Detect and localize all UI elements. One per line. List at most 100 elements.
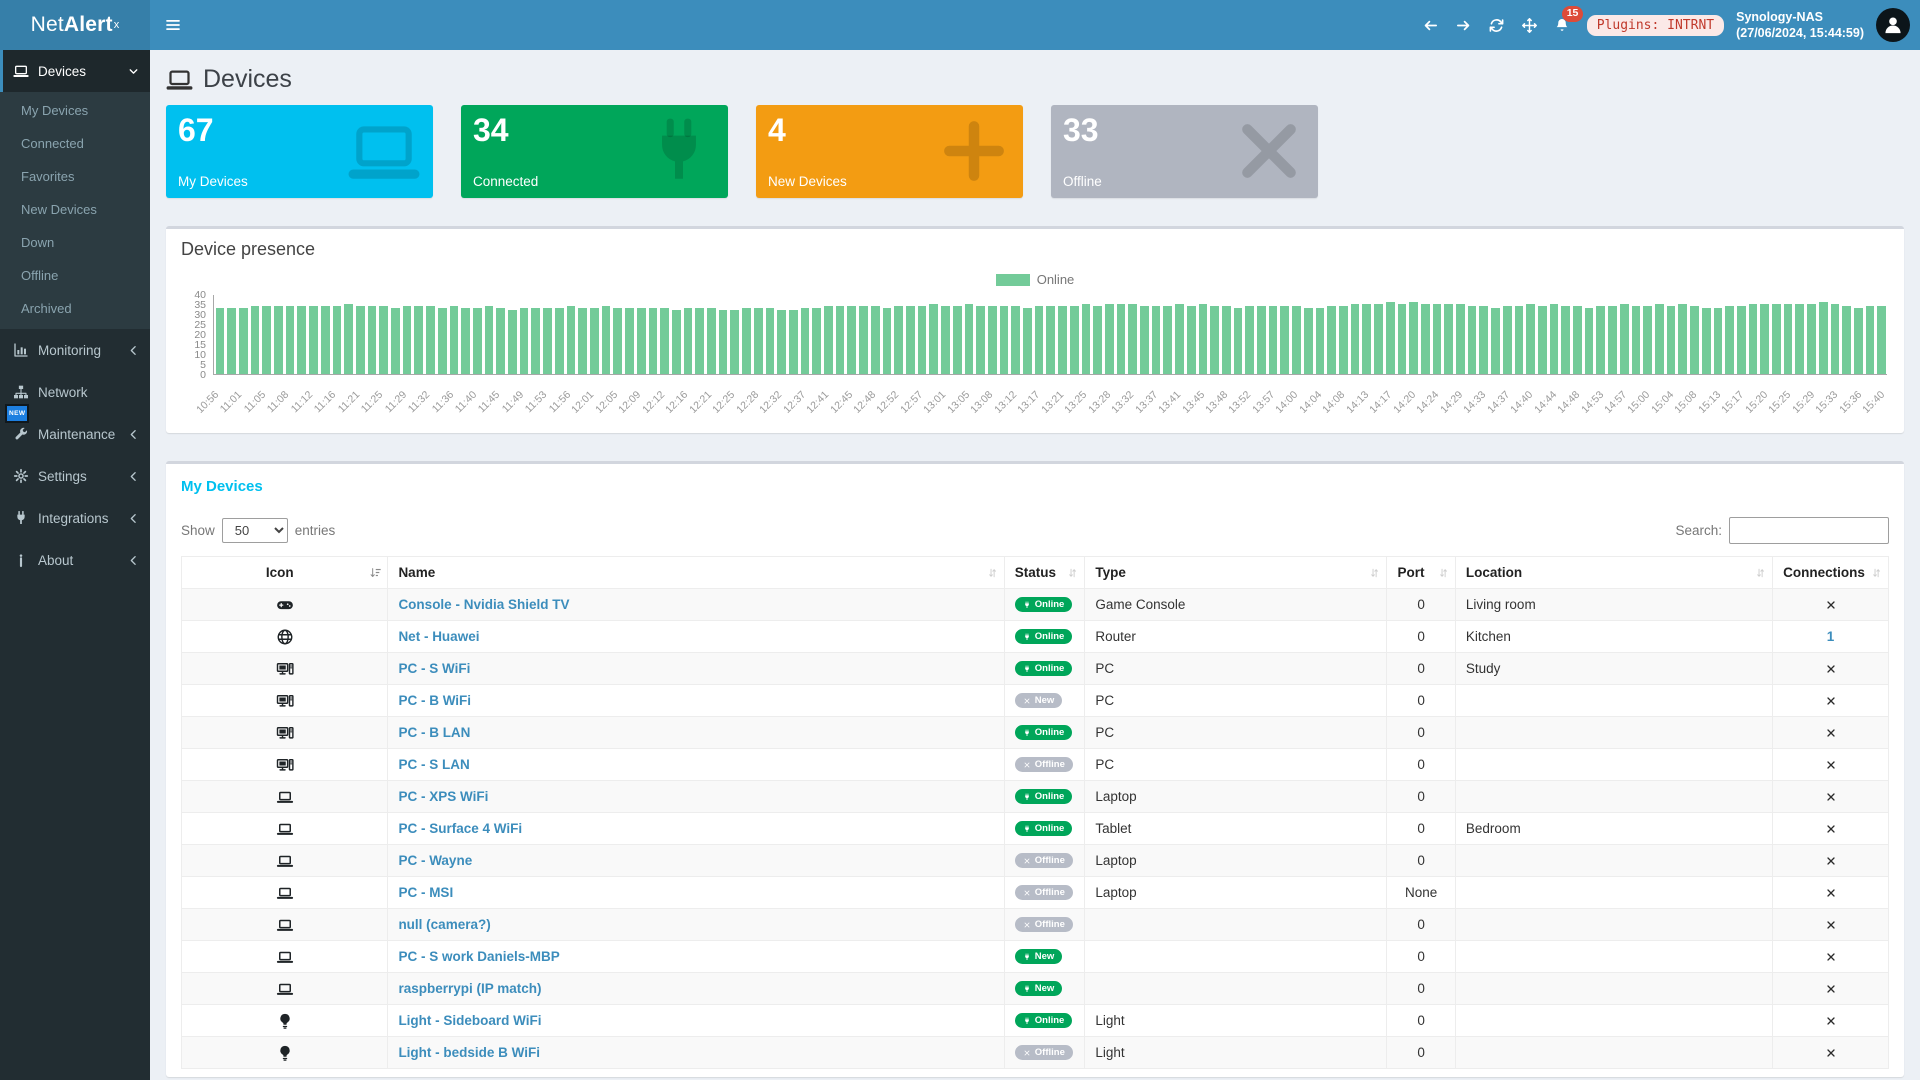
move-button[interactable] xyxy=(1513,0,1546,50)
presence-bar xyxy=(1163,306,1172,374)
presence-bar xyxy=(227,308,236,374)
hamburger-icon xyxy=(164,16,182,34)
column-header-connections[interactable]: Connections xyxy=(1773,557,1889,589)
device-link[interactable]: raspberrypi (IP match) xyxy=(398,981,541,996)
x-thin-icon xyxy=(1023,921,1031,929)
device-type-cell: PC xyxy=(1085,749,1387,781)
sidebar-item-about[interactable]: About xyxy=(0,539,150,581)
column-header-status[interactable]: Status xyxy=(1004,557,1085,589)
notifications-bell[interactable]: 15 xyxy=(1546,0,1579,50)
legend-swatch xyxy=(996,274,1030,286)
device-link[interactable]: PC - Wayne xyxy=(398,853,472,868)
device-port-cell: 0 xyxy=(1387,1005,1455,1037)
device-type-cell: Laptop xyxy=(1085,845,1387,877)
device-connections-cell xyxy=(1773,749,1889,781)
device-location-cell: Kitchen xyxy=(1455,621,1772,653)
status-badge: Online xyxy=(1015,597,1073,613)
status-badge: Online xyxy=(1015,1013,1073,1029)
sidebar-subitem-connected[interactable]: Connected xyxy=(0,127,150,160)
stat-card-new-devices[interactable]: 4New Devices xyxy=(756,105,1023,198)
sidebar: Devices My DevicesConnectedFavoritesNew … xyxy=(0,50,150,1080)
presence-bar xyxy=(1398,304,1407,374)
sidebar-subitem-offline[interactable]: Offline xyxy=(0,259,150,292)
presence-bar xyxy=(1795,304,1804,374)
device-link[interactable]: Light - bedside B WiFi xyxy=(398,1045,540,1060)
user-avatar[interactable] xyxy=(1876,8,1910,42)
page-length-select[interactable]: 50 xyxy=(222,518,288,543)
sidebar-item-devices[interactable]: Devices xyxy=(0,50,150,92)
presence-bar xyxy=(1222,306,1231,374)
device-link[interactable]: PC - MSI xyxy=(398,885,453,900)
device-status-cell: Online xyxy=(1004,781,1085,813)
refresh-button[interactable] xyxy=(1480,0,1513,50)
device-status-cell: Online xyxy=(1004,653,1085,685)
app-logo[interactable]: NetAlertx xyxy=(0,0,150,50)
laptop-icon xyxy=(166,66,193,93)
chart-legend[interactable]: Online xyxy=(181,272,1889,287)
presence-bar xyxy=(333,306,342,374)
arrow-left-button[interactable] xyxy=(1414,0,1447,50)
column-header-icon[interactable]: Icon xyxy=(182,557,388,589)
sidebar-item-settings[interactable]: Settings xyxy=(0,455,150,497)
column-header-name[interactable]: Name xyxy=(388,557,1004,589)
device-link[interactable]: Console - Nvidia Shield TV xyxy=(398,597,569,612)
device-link[interactable]: PC - S LAN xyxy=(398,757,469,772)
bulb-icon xyxy=(276,1012,294,1030)
status-badge: Offline xyxy=(1015,853,1073,869)
sidebar-toggle-button[interactable] xyxy=(150,0,196,50)
sidebar-subitem-my-devices[interactable]: My Devices xyxy=(0,94,150,127)
presence-bar xyxy=(836,306,845,374)
device-link[interactable]: PC - S work Daniels-MBP xyxy=(398,949,559,964)
device-link[interactable]: Net - Huawei xyxy=(398,629,479,644)
x-thin-icon xyxy=(1023,697,1031,705)
presence-bar xyxy=(1538,306,1547,374)
column-header-location[interactable]: Location xyxy=(1455,557,1772,589)
presence-bar xyxy=(1596,306,1605,374)
sidebar-subitem-down[interactable]: Down xyxy=(0,226,150,259)
status-badge: Online xyxy=(1015,629,1073,645)
sidebar-subitem-archived[interactable]: Archived xyxy=(0,292,150,325)
sidebar-item-integrations[interactable]: Integrations xyxy=(0,497,150,539)
sidebar-subitem-favorites[interactable]: Favorites xyxy=(0,160,150,193)
device-connections-cell xyxy=(1773,973,1889,1005)
navbar: 15 Plugins: INTRNT Synology-NAS (27/06/2… xyxy=(150,0,1920,50)
device-type-cell: Router xyxy=(1085,621,1387,653)
presence-bar xyxy=(239,308,248,374)
device-link[interactable]: PC - B WiFi xyxy=(398,693,471,708)
presence-bar xyxy=(1046,306,1055,374)
stat-card-connected[interactable]: 34Connected xyxy=(461,105,728,198)
presence-bar xyxy=(1819,302,1828,374)
laptop-row-icon xyxy=(276,820,294,838)
device-port-cell: 0 xyxy=(1387,941,1455,973)
presence-bar xyxy=(1000,306,1009,374)
connections-link[interactable]: 1 xyxy=(1827,629,1835,644)
x-thin-icon xyxy=(1023,761,1031,769)
presence-bar xyxy=(578,308,587,374)
device-connections-cell xyxy=(1773,845,1889,877)
sidebar-item-maintenance[interactable]: NEWMaintenance xyxy=(0,413,150,455)
device-link[interactable]: null (camera?) xyxy=(398,917,490,932)
globe-icon xyxy=(276,628,294,646)
device-link[interactable]: PC - S WiFi xyxy=(398,661,470,676)
presence-bar xyxy=(1339,306,1348,374)
sidebar-item-monitoring[interactable]: Monitoring xyxy=(0,329,150,371)
plugins-status-badge[interactable]: Plugins: INTRNT xyxy=(1587,15,1724,36)
arrow-right-button[interactable] xyxy=(1447,0,1480,50)
plug-icon xyxy=(1023,729,1031,737)
column-header-port[interactable]: Port xyxy=(1387,557,1455,589)
search-input[interactable] xyxy=(1729,517,1889,544)
device-location-cell xyxy=(1455,781,1772,813)
device-link[interactable]: PC - XPS WiFi xyxy=(398,789,488,804)
stat-card-my-devices[interactable]: 67My Devices xyxy=(166,105,433,198)
device-connections-cell xyxy=(1773,877,1889,909)
chart-icon xyxy=(13,342,29,358)
column-header-type[interactable]: Type xyxy=(1085,557,1387,589)
device-link[interactable]: Light - Sideboard WiFi xyxy=(398,1013,541,1028)
stat-cards-row: 67My Devices 34Connected 4New Devices 33Off… xyxy=(150,105,1920,198)
sidebar-subitem-new-devices[interactable]: New Devices xyxy=(0,193,150,226)
device-status-cell: Online xyxy=(1004,813,1085,845)
presence-bar xyxy=(789,310,798,374)
device-link[interactable]: PC - Surface 4 WiFi xyxy=(398,821,522,836)
device-link[interactable]: PC - B LAN xyxy=(398,725,470,740)
stat-card-offline[interactable]: 33Offline xyxy=(1051,105,1318,198)
